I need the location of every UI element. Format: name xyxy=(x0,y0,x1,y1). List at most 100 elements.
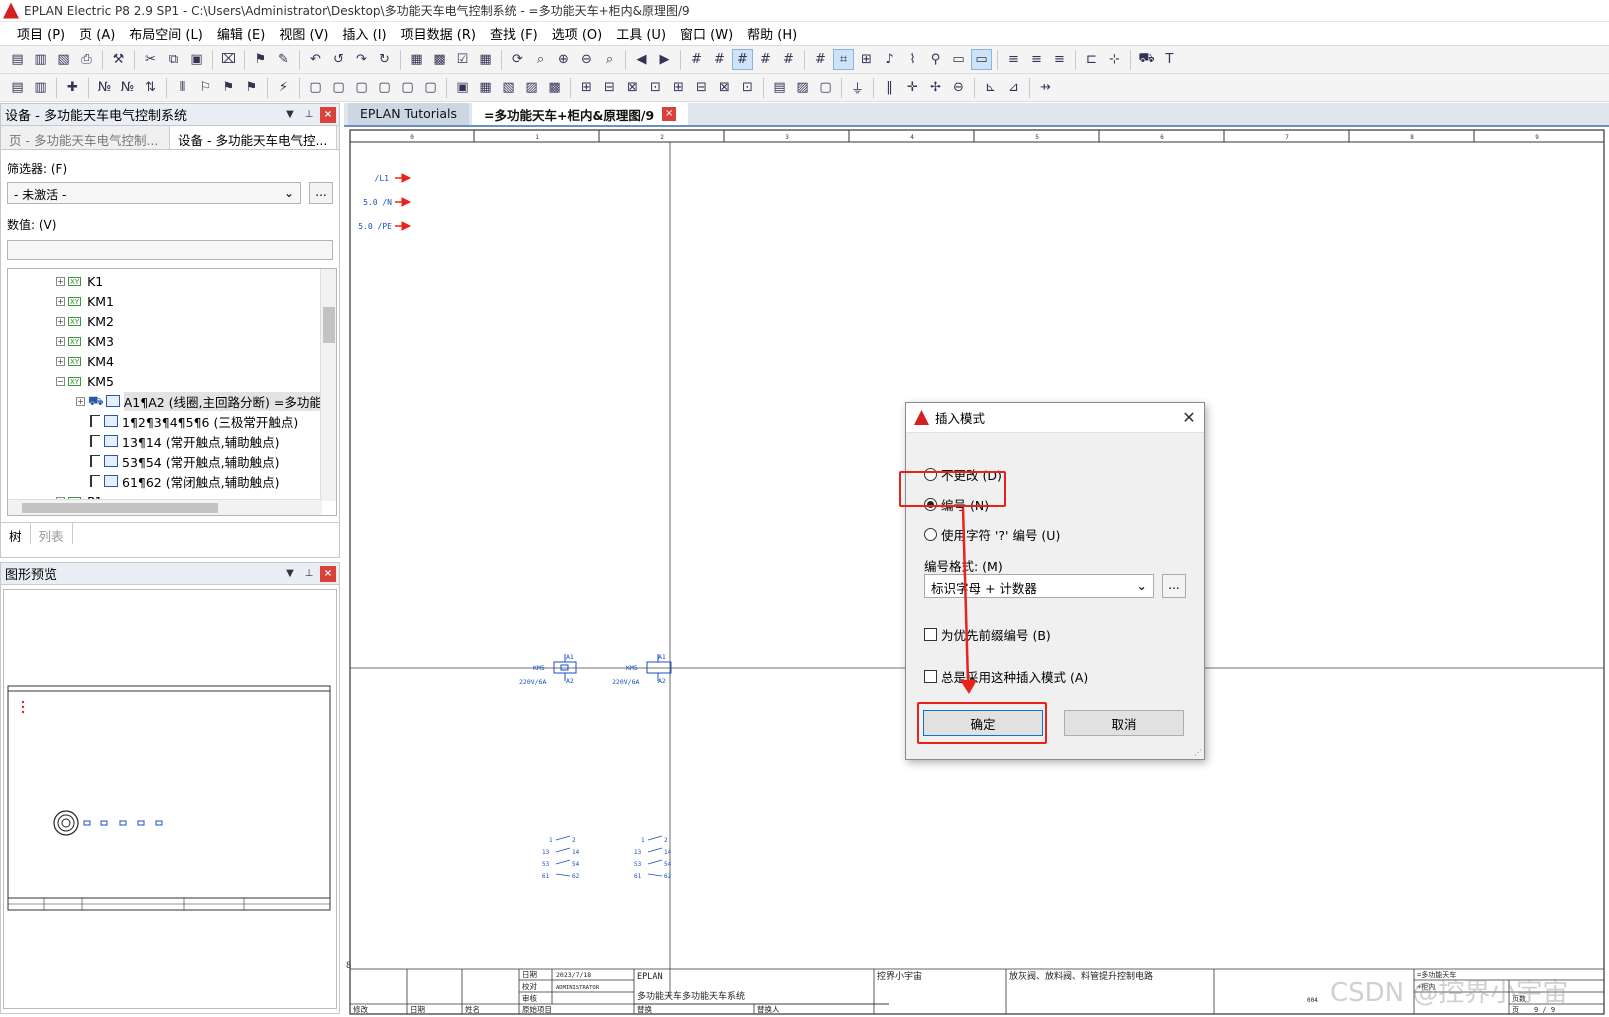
puzzle-icon[interactable]: ✚ xyxy=(62,77,83,98)
connection-c-icon[interactable]: ✢ xyxy=(925,77,946,98)
grid-d-icon[interactable]: # xyxy=(755,49,776,70)
redo-list-icon[interactable]: ↻ xyxy=(374,49,395,70)
check-always-use-mode[interactable]: 总是采用这种插入模式 (A) xyxy=(924,667,1088,686)
box-e-icon[interactable]: ▢ xyxy=(397,77,418,98)
pencil-icon[interactable]: ✎ xyxy=(273,49,294,70)
tab-schematic-page[interactable]: =多功能天车+柜内&原理图/9 × xyxy=(472,103,689,125)
ok-button[interactable]: 确定 xyxy=(923,710,1043,736)
filter-more-button[interactable]: ... xyxy=(309,182,333,204)
dropdown-arrow-icon[interactable]: ▼ xyxy=(282,107,298,123)
page-navigator-icon[interactable]: ▦ xyxy=(406,49,427,70)
box-a-icon[interactable]: ▢ xyxy=(305,77,326,98)
format-select[interactable]: 标识字母 + 计数器 ⌄ xyxy=(924,574,1154,598)
menu-help[interactable]: 帮助 (H) xyxy=(740,24,804,43)
option-question-mark[interactable]: 使用字符 '?' 编号 (U) xyxy=(924,525,1060,544)
expand-icon[interactable]: + xyxy=(76,396,85,406)
radio-button[interactable] xyxy=(924,468,937,481)
zoom-out-icon[interactable]: ⊖ xyxy=(576,49,597,70)
zoom-in-icon[interactable]: ⊕ xyxy=(553,49,574,70)
tree-node-aux-53-54[interactable]: 53¶54 (常开触点,辅助触点) xyxy=(56,451,336,471)
structure-b-icon[interactable]: ▨ xyxy=(521,77,542,98)
resize-grip-icon[interactable]: ⋰ xyxy=(1194,748,1202,757)
macro-a-icon[interactable]: ⊞ xyxy=(576,77,597,98)
hatch-c-icon[interactable]: ▢ xyxy=(815,77,836,98)
expand-icon[interactable]: + xyxy=(56,336,65,346)
undo-icon[interactable]: ↶ xyxy=(305,49,326,70)
connection-a-icon[interactable]: ‖ xyxy=(879,77,900,98)
table-icon[interactable]: ▦ xyxy=(475,49,496,70)
menu-project[interactable]: 项目 (P) xyxy=(10,24,72,43)
macro-c-icon[interactable]: ⊠ xyxy=(622,77,643,98)
numbering-b-icon[interactable]: № xyxy=(117,77,138,98)
symbol-icon[interactable]: ♪ xyxy=(879,49,900,70)
scroll-thumb[interactable] xyxy=(22,503,218,513)
check-prefix-numbering[interactable]: 为优先前缀编号 (B) xyxy=(924,625,1051,644)
copy-icon[interactable]: ⧉ xyxy=(163,49,184,70)
menu-project-data[interactable]: 项目数据 (R) xyxy=(394,24,483,43)
tree-node-main-contact[interactable]: 1¶2¶3¶4¶5¶6 (三极常开触点) xyxy=(56,411,336,431)
expand-icon[interactable]: + xyxy=(56,316,65,326)
text-icon[interactable]: T xyxy=(1159,49,1180,70)
device-table-icon[interactable]: ▥ xyxy=(30,77,51,98)
grid-toggle-icon[interactable]: # xyxy=(810,49,831,70)
delete-icon[interactable]: ⌧ xyxy=(218,49,239,70)
graphic-icon[interactable]: ⌇ xyxy=(902,49,923,70)
zoom-window-icon[interactable]: ⌕ xyxy=(530,49,551,70)
numbering-a-icon[interactable]: № xyxy=(94,77,115,98)
connection-d-icon[interactable]: ⊖ xyxy=(948,77,969,98)
vertical-scrollbar[interactable] xyxy=(320,269,336,501)
menu-options[interactable]: 选项 (O) xyxy=(545,24,610,43)
snap-grid-icon[interactable]: ⌗ xyxy=(833,49,854,70)
menu-edit[interactable]: 编辑 (E) xyxy=(210,24,273,43)
refresh-icon[interactable]: ⟳ xyxy=(507,49,528,70)
hatch-a-icon[interactable]: ▤ xyxy=(769,77,790,98)
new-project-icon[interactable]: ▤ xyxy=(7,49,28,70)
check-icon[interactable]: ☑ xyxy=(452,49,473,70)
collapse-icon[interactable]: − xyxy=(56,376,65,386)
redo-icon[interactable]: ↷ xyxy=(351,49,372,70)
macro-d-icon[interactable]: ⊡ xyxy=(645,77,666,98)
page-grid-icon[interactable]: ▩ xyxy=(429,49,450,70)
structure-a-icon[interactable]: ▧ xyxy=(498,77,519,98)
macro-f-icon[interactable]: ⊟ xyxy=(691,77,712,98)
angle-b-icon[interactable]: ⊿ xyxy=(1003,77,1024,98)
cancel-button[interactable]: 取消 xyxy=(1064,710,1184,736)
box-f-icon[interactable]: ▢ xyxy=(420,77,441,98)
ortho-icon[interactable]: ⊞ xyxy=(856,49,877,70)
format-more-button[interactable]: ... xyxy=(1162,574,1186,598)
close-icon[interactable]: ✕ xyxy=(1174,408,1204,427)
expand-icon[interactable]: + xyxy=(56,296,65,306)
menu-find[interactable]: 查找 (F) xyxy=(483,24,545,43)
connector-icon[interactable]: ⊏ xyxy=(1081,49,1102,70)
tab-list[interactable]: 列表 xyxy=(31,523,73,544)
tab-page-navigator[interactable]: 页 - 多功能天车电气控制... xyxy=(1,126,169,149)
expand-icon[interactable]: + xyxy=(56,276,65,286)
plc-icon[interactable]: ▦ xyxy=(475,77,496,98)
pin-icon[interactable]: ⊥ xyxy=(301,566,317,582)
lines-c-icon[interactable]: ≡ xyxy=(1049,49,1070,70)
scroll-thumb[interactable] xyxy=(323,307,335,343)
menu-layout-space[interactable]: 布局空间 (L) xyxy=(122,24,210,43)
hatch-b-icon[interactable]: ▨ xyxy=(792,77,813,98)
dropdown-arrow-icon[interactable]: ▼ xyxy=(282,566,298,582)
macro-b-icon[interactable]: ⊟ xyxy=(599,77,620,98)
macro-h-icon[interactable]: ⊡ xyxy=(737,77,758,98)
macro-g-icon[interactable]: ⊠ xyxy=(714,77,735,98)
close-project-icon[interactable]: ▧ xyxy=(53,49,74,70)
radio-button[interactable] xyxy=(924,528,937,541)
tree-node-aux-61-62[interactable]: 61¶62 (常闭触点,辅助触点) xyxy=(56,471,336,491)
tree-node-k1[interactable]: + XY K1 xyxy=(56,271,336,291)
horizontal-scrollbar[interactable] xyxy=(8,499,322,515)
zoom-fit-icon[interactable]: ⌕ xyxy=(599,49,620,70)
tree-node-km4[interactable]: + XY KM4 xyxy=(56,351,336,371)
cut-icon[interactable]: ✂ xyxy=(140,49,161,70)
option-no-change[interactable]: 不更改 (D) xyxy=(924,465,1002,484)
menu-insert[interactable]: 插入 (I) xyxy=(336,24,394,43)
black-box-icon[interactable]: ▣ xyxy=(452,77,473,98)
plug-c-icon[interactable]: ⚑ xyxy=(241,77,262,98)
angle-a-icon[interactable]: ⊾ xyxy=(980,77,1001,98)
expand-icon[interactable]: + xyxy=(56,356,65,366)
tree-node-coil[interactable]: + ⛟ A1¶A2 (线圈,主回路分断) =多功能天 xyxy=(56,391,336,411)
plug-a-icon[interactable]: ⚐ xyxy=(195,77,216,98)
close-icon[interactable]: × xyxy=(320,106,336,123)
